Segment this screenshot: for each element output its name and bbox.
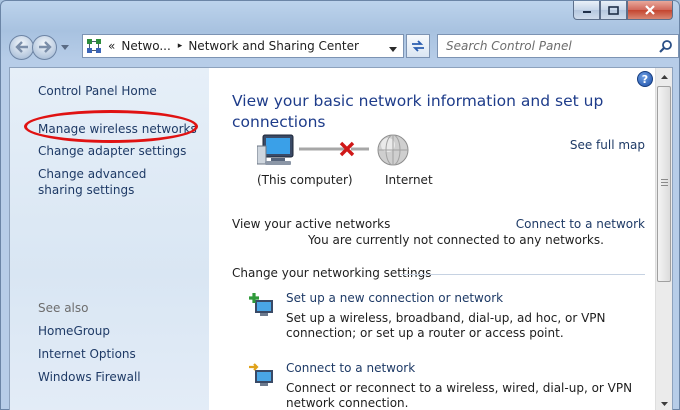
connect-to-network-link[interactable]: Connect to a network xyxy=(516,217,645,231)
see-full-map-link[interactable]: See full map xyxy=(570,138,645,152)
scroll-down-icon xyxy=(660,401,668,406)
internet-options-link[interactable]: Internet Options xyxy=(38,346,136,362)
scroll-down-button[interactable] xyxy=(656,395,672,410)
chevron-down-icon xyxy=(389,47,397,52)
scrollbar-grip xyxy=(661,179,668,186)
search-icon[interactable] xyxy=(659,39,673,56)
internet-label: Internet xyxy=(385,173,433,187)
back-button[interactable] xyxy=(9,34,34,60)
not-connected-message: You are currently not connected to any n… xyxy=(308,233,604,247)
this-computer-label: (This computer) xyxy=(257,173,353,187)
windows-firewall-link[interactable]: Windows Firewall xyxy=(38,369,141,385)
content-area: Control Panel Home Manage wireless netwo… xyxy=(9,67,673,410)
explorer-window: « Netwo... ▸ Network and Sharing Center … xyxy=(0,0,680,410)
see-also-heading: See also xyxy=(38,301,89,315)
close-button[interactable] xyxy=(627,1,673,20)
address-bar[interactable]: « Netwo... ▸ Network and Sharing Center xyxy=(82,34,404,58)
internet-globe-icon[interactable] xyxy=(377,134,409,166)
caption-buttons xyxy=(573,1,673,20)
help-icon[interactable]: ? xyxy=(637,71,653,87)
main-pane: ? View your basic network information an… xyxy=(209,68,657,410)
vertical-scrollbar[interactable] xyxy=(655,68,672,410)
setup-new-connection-description: Set up a wireless, broadband, dial-up, a… xyxy=(286,311,606,340)
new-connection-icon[interactable] xyxy=(249,293,275,317)
page-title: View your basic network information and … xyxy=(232,92,604,131)
computer-icon[interactable] xyxy=(257,134,294,165)
connect-to-network-description: Connect or reconnect to a wireless, wire… xyxy=(286,381,633,410)
change-adapter-settings-link[interactable]: Change adapter settings xyxy=(38,143,186,159)
scrollbar-thumb[interactable] xyxy=(657,86,671,282)
change-advanced-sharing-link[interactable]: Change advanced sharing settings xyxy=(38,166,188,198)
change-settings-heading: Change your networking settings xyxy=(232,266,432,280)
back-arrow-icon xyxy=(14,41,28,53)
connect-to-network-task-link[interactable]: Connect to a network xyxy=(286,361,415,375)
breadcrumb-network-sharing-center[interactable]: Network and Sharing Center xyxy=(188,39,359,53)
minimize-button[interactable] xyxy=(573,1,600,20)
close-icon xyxy=(645,5,655,15)
scroll-up-button[interactable] xyxy=(656,68,672,85)
section-divider xyxy=(401,274,645,275)
refresh-button[interactable] xyxy=(406,34,430,58)
recent-pages-dropdown[interactable] xyxy=(58,40,72,54)
minimize-icon xyxy=(582,11,591,13)
breadcrumb-separator[interactable]: ▸ xyxy=(178,41,183,51)
search-box[interactable]: Search Control Panel xyxy=(437,34,679,58)
maximize-button[interactable] xyxy=(600,1,627,20)
chevron-down-icon xyxy=(61,44,69,50)
scroll-up-icon xyxy=(660,74,668,79)
highlight-annotation xyxy=(24,110,198,143)
setup-new-connection-link[interactable]: Set up a new connection or network xyxy=(286,291,503,305)
breadcrumb-overflow[interactable]: « xyxy=(108,39,115,53)
refresh-icon xyxy=(412,40,424,52)
control-panel-home-link[interactable]: Control Panel Home xyxy=(38,83,157,99)
breadcrumb-network[interactable]: Netwo... xyxy=(121,39,170,53)
network-folder-icon xyxy=(87,39,101,53)
navigation-bar: « Netwo... ▸ Network and Sharing Center … xyxy=(9,33,679,61)
connect-network-icon[interactable] xyxy=(249,363,275,387)
task-pane: Control Panel Home Manage wireless netwo… xyxy=(10,68,209,410)
maximize-icon xyxy=(608,5,619,15)
homegroup-link[interactable]: HomeGroup xyxy=(38,323,110,339)
address-dropdown[interactable] xyxy=(389,41,397,55)
search-input[interactable]: Search Control Panel xyxy=(446,39,572,53)
forward-arrow-icon xyxy=(38,41,52,53)
active-networks-heading: View your active networks xyxy=(232,217,391,231)
forward-button[interactable] xyxy=(32,34,57,60)
network-map xyxy=(257,134,409,166)
